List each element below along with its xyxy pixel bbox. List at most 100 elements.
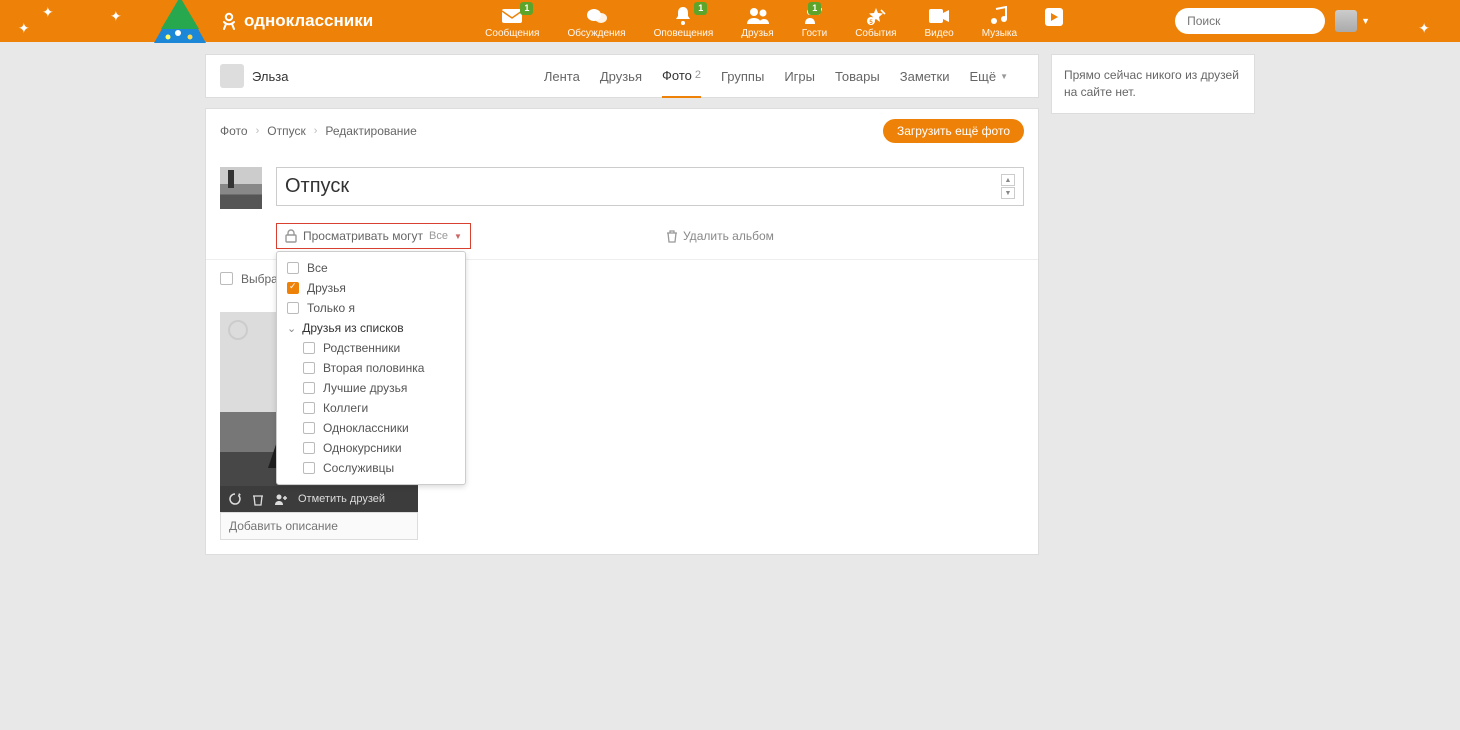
privacy-option[interactable]: Одноклассники [277, 418, 465, 438]
privacy-option-label: Коллеги [323, 401, 368, 415]
bell-icon [674, 6, 692, 26]
nav-friends[interactable]: Друзья [741, 6, 773, 39]
privacy-option-label: Все [307, 261, 328, 275]
privacy-value: Все [429, 230, 448, 242]
music-icon [990, 6, 1008, 26]
nav-label: Обсуждения [567, 28, 625, 39]
checkbox[interactable] [287, 262, 299, 274]
tag-friends-label[interactable]: Отметить друзей [298, 493, 385, 505]
checkbox[interactable] [303, 402, 315, 414]
brand-logo[interactable]: одноклассники [220, 11, 373, 31]
spin-down[interactable]: ▼ [1001, 187, 1015, 199]
friends-online-panel: Прямо сейчас никого из друзей на сайте н… [1051, 54, 1255, 114]
privacy-group-toggle[interactable]: ⌄ Друзья из списков [277, 318, 465, 338]
privacy-option-label: Вторая половинка [323, 361, 424, 375]
search-box[interactable] [1175, 8, 1325, 34]
spin-up[interactable]: ▲ [1001, 174, 1015, 186]
privacy-option[interactable]: Вторая половинка [277, 358, 465, 378]
nav-play[interactable] [1045, 6, 1063, 26]
privacy-option[interactable]: Лучшие друзья [277, 378, 465, 398]
privacy-option[interactable]: Только я [277, 298, 465, 318]
privacy-option-label: Друзья [307, 281, 346, 295]
nav-discussions[interactable]: Обсуждения [567, 6, 625, 39]
tab-Лента[interactable]: Лента [544, 54, 580, 98]
nav-notifications[interactable]: 1 Оповещения [654, 6, 714, 39]
privacy-option-label: Лучшие друзья [323, 381, 407, 395]
album-title-input[interactable] [285, 175, 1001, 198]
privacy-option[interactable]: Родственники [277, 338, 465, 358]
privacy-option[interactable]: Однокурсники [277, 438, 465, 458]
tab-Фото[interactable]: Фото2 [662, 54, 701, 98]
decor-star: ✦ [110, 8, 122, 25]
privacy-option-label: Одноклассники [323, 421, 409, 435]
photo-select-circle[interactable] [228, 320, 248, 340]
chevron-down-icon: ▼ [454, 232, 462, 241]
crumb-album[interactable]: Отпуск [267, 124, 305, 138]
album-cover-thumb[interactable] [220, 167, 262, 209]
lock-icon [285, 229, 297, 243]
chevron-down-icon: ▼ [1361, 16, 1370, 26]
events-icon: 5 [866, 6, 886, 26]
checkbox[interactable] [303, 342, 315, 354]
nav-badge: 1 [520, 2, 533, 15]
topbar: ✦ ✦ ✦ ✦ ✦ одноклассники 1 Сообщения Обсу… [0, 0, 1460, 42]
trash-icon[interactable] [252, 493, 264, 506]
checkbox[interactable] [303, 462, 315, 474]
upload-more-button[interactable]: Загрузить ещё фото [883, 119, 1024, 143]
nav-video[interactable]: Видео [924, 6, 953, 39]
nav-label: Музыка [982, 28, 1017, 39]
privacy-option-label: Однокурсники [323, 441, 402, 455]
chevron-right-icon: › [256, 125, 260, 137]
checkbox[interactable] [287, 282, 299, 294]
select-all-checkbox[interactable] [220, 272, 233, 285]
title-spinners: ▲ ▼ [1001, 174, 1015, 199]
nav-music[interactable]: Музыка [982, 6, 1017, 39]
nav-badge: 1 [808, 2, 821, 15]
checkbox[interactable] [303, 422, 315, 434]
tab-Заметки[interactable]: Заметки [900, 54, 950, 98]
decor-star: ✦ [1308, 6, 1320, 23]
privacy-option[interactable]: Все [277, 258, 465, 278]
privacy-option[interactable]: Коллеги [277, 398, 465, 418]
nav-events[interactable]: 5 События [855, 6, 896, 39]
topbar-right: ▼ [1175, 8, 1370, 34]
album-title-field[interactable]: ▲ ▼ [276, 167, 1024, 206]
privacy-option[interactable]: Друзья [277, 278, 465, 298]
nav-label: Оповещения [654, 28, 714, 39]
profile-tabs: Лента Друзья Фото2 Группы Игры Товары Заметки Е… [544, 54, 1008, 98]
profile-name[interactable]: Эльза [252, 69, 288, 84]
nav-messages[interactable]: 1 Сообщения [485, 6, 539, 39]
crumb-photo[interactable]: Фото [220, 124, 248, 138]
mini-avatar[interactable] [220, 64, 244, 88]
checkbox[interactable] [303, 382, 315, 394]
tag-icon[interactable] [274, 493, 288, 506]
tab-Друзья[interactable]: Друзья [600, 54, 642, 98]
tab-Группы[interactable]: Группы [721, 54, 764, 98]
tab-Игры[interactable]: Игры [784, 54, 815, 98]
nav-guests[interactable]: 1 Гости [802, 6, 827, 39]
crumb-current: Редактирование [325, 124, 416, 138]
checkbox[interactable] [303, 442, 315, 454]
friends-online-text: Прямо сейчас никого из друзей на сайте н… [1064, 68, 1239, 99]
checkbox[interactable] [303, 362, 315, 374]
photo-description-input[interactable] [220, 512, 418, 540]
delete-album-link[interactable]: Удалить альбом [666, 229, 774, 243]
decor-star: ✦ [18, 20, 30, 37]
tab-more-label: Ещё [969, 69, 996, 84]
rotate-icon[interactable] [228, 492, 242, 506]
checkbox[interactable] [287, 302, 299, 314]
tab-Товары[interactable]: Товары [835, 54, 880, 98]
trash-icon [666, 230, 678, 243]
user-menu[interactable]: ▼ [1335, 10, 1370, 32]
tab-more[interactable]: Ещё▼ [969, 54, 1008, 98]
chevron-down-icon: ⌄ [287, 322, 296, 335]
delete-album-label: Удалить альбом [683, 229, 774, 243]
ok-logo-icon [220, 12, 238, 30]
tab-count: 2 [695, 69, 701, 81]
privacy-option[interactable]: Сослуживцы [277, 458, 465, 478]
play-icon [1045, 8, 1063, 26]
nav-badge: 1 [694, 2, 707, 15]
privacy-trigger[interactable]: Просматривать могут Все ▼ [276, 223, 471, 249]
friends-icon [746, 6, 770, 26]
chevron-right-icon: › [314, 125, 318, 137]
